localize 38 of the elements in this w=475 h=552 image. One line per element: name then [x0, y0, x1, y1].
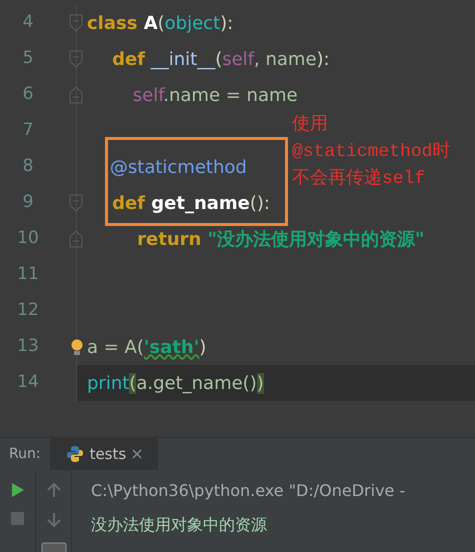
console-line: 没办法使用对象中的资源 — [91, 514, 268, 536]
down-arrow-icon[interactable] — [46, 512, 60, 528]
code-line: class A(object): — [87, 12, 234, 36]
fold-end-icon[interactable] — [69, 230, 83, 248]
line-number: 6 — [22, 83, 34, 106]
code-line: return "没办法使用对象中的资源" — [136, 228, 424, 252]
python-logo-icon — [66, 445, 84, 463]
code-line: def __init__(self, name): — [111, 48, 330, 72]
line-number: 5 — [22, 47, 34, 70]
line-number: 8 — [22, 155, 34, 178]
annotation-text: @staticmethod时 — [292, 140, 450, 164]
annotation-text: 使用 — [292, 114, 329, 137]
run-icon[interactable] — [10, 482, 24, 498]
soft-wrap-icon[interactable] — [40, 542, 66, 552]
close-icon[interactable] — [132, 449, 142, 459]
code-line: a = A('sath') — [87, 336, 206, 360]
up-arrow-icon[interactable] — [46, 482, 60, 498]
code-line: print(a.get_name()) — [87, 372, 264, 396]
line-number: 11 — [16, 263, 40, 286]
code-line: def get_name(): — [111, 192, 270, 216]
line-number: 9 — [22, 191, 34, 214]
line-number: 4 — [22, 11, 34, 34]
fold-end-icon[interactable] — [69, 86, 83, 104]
fold-icon[interactable] — [69, 14, 83, 32]
run-label: Run: — [8, 444, 42, 464]
run-tab[interactable]: tests — [50, 438, 158, 470]
line-number: 10 — [16, 227, 40, 250]
line-number: 13 — [16, 335, 40, 358]
code-line: @staticmethod — [108, 156, 247, 180]
lightbulb-icon[interactable] — [71, 339, 83, 355]
code-line: self.name = name — [132, 84, 298, 108]
line-number: 14 — [16, 371, 40, 394]
fold-icon[interactable] — [69, 194, 83, 212]
fold-icon[interactable] — [69, 50, 83, 68]
line-number: 7 — [22, 119, 34, 142]
line-number: 12 — [16, 299, 40, 322]
console-line: C:\Python36\python.exe "D:/OneDrive - — [91, 480, 406, 502]
annotation-text: 不会再传递self — [292, 167, 426, 191]
